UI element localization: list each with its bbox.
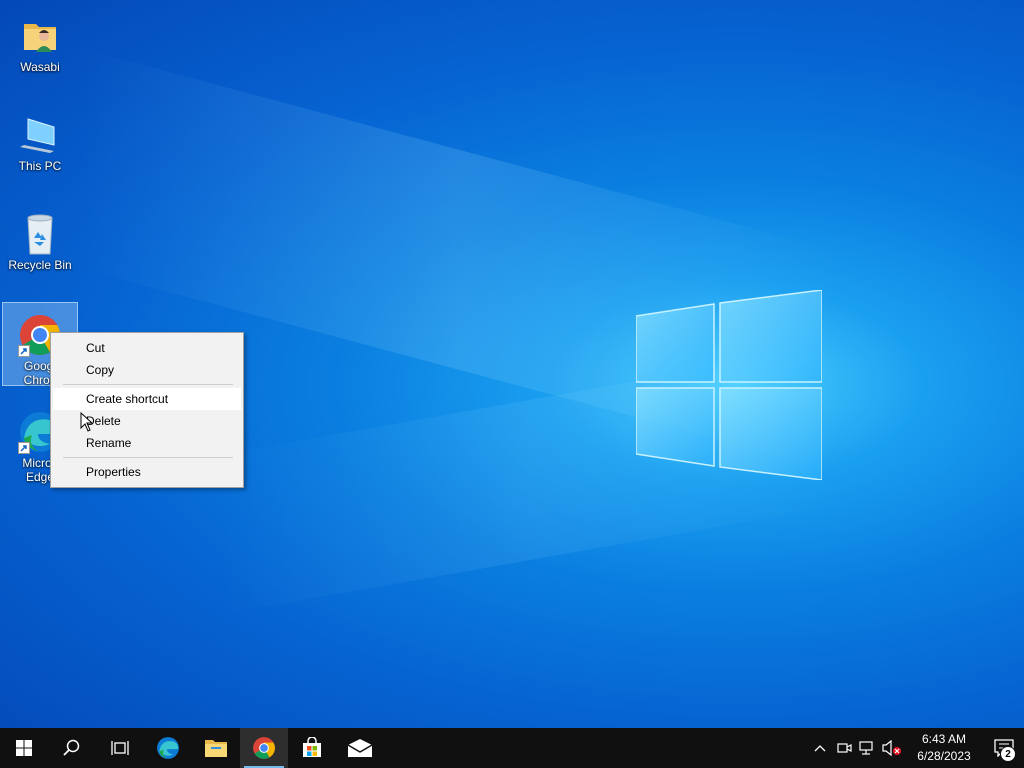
chrome-icon [253,737,275,759]
menu-item-properties[interactable]: Properties [53,461,241,483]
store-icon [303,737,321,757]
menu-item-copy[interactable]: Copy [53,359,241,381]
computer-icon [18,113,62,157]
start-button[interactable] [0,728,48,768]
windows-logo-wallpaper [636,290,822,480]
desktop-icon-label: Wasabi [20,60,60,74]
network-icon [859,741,873,755]
menu-separator [63,384,233,385]
show-hidden-icons-button[interactable] [808,728,832,768]
shortcut-arrow-icon [18,442,30,454]
mail-icon [347,739,373,757]
chevron-up-icon [814,745,826,752]
tray-network[interactable] [856,728,880,768]
menu-item-rename[interactable]: Rename [53,432,241,454]
taskbar-mail[interactable] [336,728,384,768]
user-folder-icon [18,14,62,58]
taskbar-chrome[interactable] [240,728,288,768]
taskbar-edge[interactable] [144,728,192,768]
notification-count-badge: 2 [1000,746,1016,762]
tray-meet-now[interactable] [832,728,856,768]
desktop-icon-label: Recycle Bin [8,258,72,272]
taskbar: 6:43 AM 6/28/2023 2 [0,728,1024,768]
search-button[interactable] [48,728,96,768]
volume-muted-icon [882,740,901,756]
task-view-button[interactable] [96,728,144,768]
system-tray: 6:43 AM 6/28/2023 2 [808,728,1024,768]
desktop-icon-recycle-bin[interactable]: Recycle Bin [2,202,78,286]
clock-time: 6:43 AM [921,732,967,746]
desktop-icon-label: This PC [18,159,62,173]
tray-clock[interactable]: 6:43 AM 6/28/2023 [908,731,980,765]
shortcut-arrow-icon [18,345,30,357]
tray-volume[interactable] [880,728,904,768]
recycle-bin-icon [18,212,62,256]
clock-date: 6/28/2023 [917,749,971,763]
taskbar-store[interactable] [288,728,336,768]
taskbar-file-explorer[interactable] [192,728,240,768]
file-explorer-icon [205,740,227,757]
desktop-icon-wasabi[interactable]: Wasabi [2,4,78,88]
desktop-icon-this-pc[interactable]: This PC [2,103,78,187]
action-center-button[interactable]: 2 [984,728,1024,768]
context-menu: Cut Copy Create shortcut Delete Rename P… [50,332,244,488]
camera-icon [837,743,852,753]
search-icon [63,739,80,756]
edge-icon [157,737,179,759]
start-icon [16,740,32,756]
task-view-icon [111,741,129,755]
menu-item-create-shortcut[interactable]: Create shortcut [53,388,241,410]
menu-separator [63,457,233,458]
mouse-cursor-icon [80,412,92,432]
menu-item-cut[interactable]: Cut [53,337,241,359]
